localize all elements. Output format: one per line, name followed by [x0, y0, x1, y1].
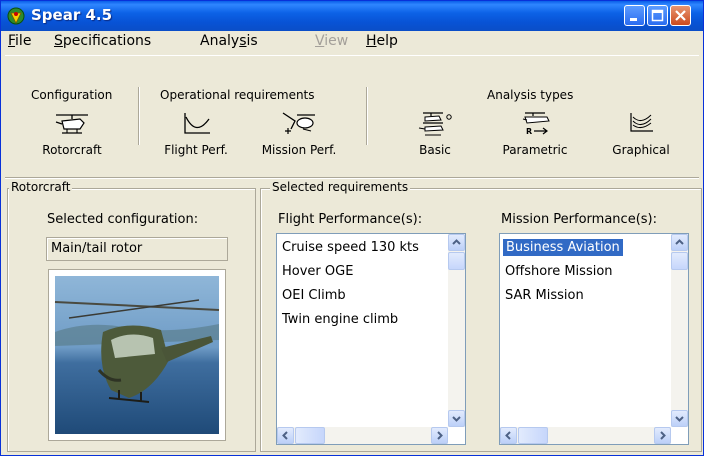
rotorcraft-button[interactable]: Rotorcraft: [37, 109, 107, 177]
basic-analysis-button-label: Basic: [419, 143, 451, 157]
mission-helicopter-icon: [282, 112, 315, 134]
scroll-thumb[interactable]: [448, 252, 465, 270]
parametric-analysis-button[interactable]: R Parametric: [495, 109, 575, 177]
toolbar: Configuration Operational requirements A…: [1, 1, 703, 179]
chevron-down-icon: [452, 416, 461, 422]
scroll-right-button[interactable]: [654, 427, 671, 444]
vertical-scrollbar[interactable]: [671, 234, 688, 427]
rotorcraft-panel-title: Rotorcraft: [9, 180, 73, 194]
toolbar-separator: [138, 87, 140, 145]
parametric-analysis-button-label: Parametric: [502, 143, 568, 157]
chevron-up-icon: [675, 239, 684, 245]
chevron-left-icon: [505, 431, 511, 440]
rotorcraft-button-label: Rotorcraft: [42, 143, 102, 157]
selected-configuration-label: Selected configuration:: [47, 212, 199, 227]
chevron-up-icon: [452, 239, 461, 245]
mission-perf-button[interactable]: Mission Perf.: [259, 109, 339, 177]
horizontal-scrollbar[interactable]: [500, 427, 671, 444]
mission-performance-list[interactable]: Business Aviation Offshore Mission SAR M…: [499, 233, 689, 445]
list-item[interactable]: OEI Climb: [282, 287, 346, 304]
rotorcraft-photo: [48, 269, 226, 441]
toolbar-group-operational: Operational requirements: [160, 88, 315, 102]
parametric-analysis-icon: R: [522, 112, 550, 136]
list-item[interactable]: Offshore Mission: [505, 263, 613, 280]
selected-requirements-title: Selected requirements: [270, 180, 411, 194]
app-window: Spear 4.5 File Specifications Analysis V…: [0, 0, 704, 456]
basic-analysis-icon: [418, 112, 452, 136]
chevron-left-icon: [282, 431, 288, 440]
list-item[interactable]: Twin engine climb: [282, 311, 398, 328]
scroll-up-button[interactable]: [671, 234, 688, 251]
scroll-down-button[interactable]: [448, 410, 465, 427]
mission-perf-button-label: Mission Perf.: [261, 143, 337, 157]
scroll-thumb[interactable]: [671, 252, 688, 270]
horizontal-scrollbar[interactable]: [277, 427, 448, 444]
toolbar-separator: [366, 87, 368, 145]
list-item[interactable]: Hover OGE: [282, 263, 353, 280]
vertical-scrollbar[interactable]: [448, 234, 465, 427]
flight-performance-label: Flight Performance(s):: [278, 212, 423, 227]
toolbar-group-configuration: Configuration: [31, 88, 113, 102]
flight-perf-button-label: Flight Perf.: [164, 143, 228, 157]
helicopter-outline-icon: [55, 114, 88, 134]
scroll-thumb[interactable]: [518, 427, 548, 444]
graphical-analysis-button-label: Graphical: [612, 143, 670, 157]
graphical-analysis-icon: [630, 113, 653, 132]
scroll-left-button[interactable]: [277, 427, 294, 444]
flight-perf-button[interactable]: Flight Perf.: [161, 109, 231, 177]
flight-performance-list[interactable]: Cruise speed 130 kts Hover OGE OEI Climb…: [276, 233, 466, 445]
basic-analysis-button[interactable]: Basic: [395, 109, 475, 177]
list-item[interactable]: SAR Mission: [505, 287, 584, 304]
scroll-down-button[interactable]: [671, 410, 688, 427]
svg-text:R: R: [526, 127, 532, 136]
scroll-left-button[interactable]: [500, 427, 517, 444]
scroll-up-button[interactable]: [448, 234, 465, 251]
scroll-thumb[interactable]: [295, 427, 325, 444]
graphical-analysis-button[interactable]: Graphical: [601, 109, 681, 177]
chevron-right-icon: [437, 431, 443, 440]
performance-curve-icon: [184, 113, 210, 134]
selected-configuration-field: Main/tail rotor: [46, 237, 228, 261]
toolbar-group-analysis-types: Analysis types: [487, 88, 574, 102]
list-item[interactable]: Cruise speed 130 kts: [282, 239, 419, 256]
chevron-right-icon: [660, 431, 666, 440]
mission-performance-label: Mission Performance(s):: [501, 212, 657, 227]
scroll-right-button[interactable]: [431, 427, 448, 444]
helicopter-photo-image: [54, 276, 220, 434]
chevron-down-icon: [675, 416, 684, 422]
list-item-selected[interactable]: Business Aviation: [503, 239, 623, 256]
